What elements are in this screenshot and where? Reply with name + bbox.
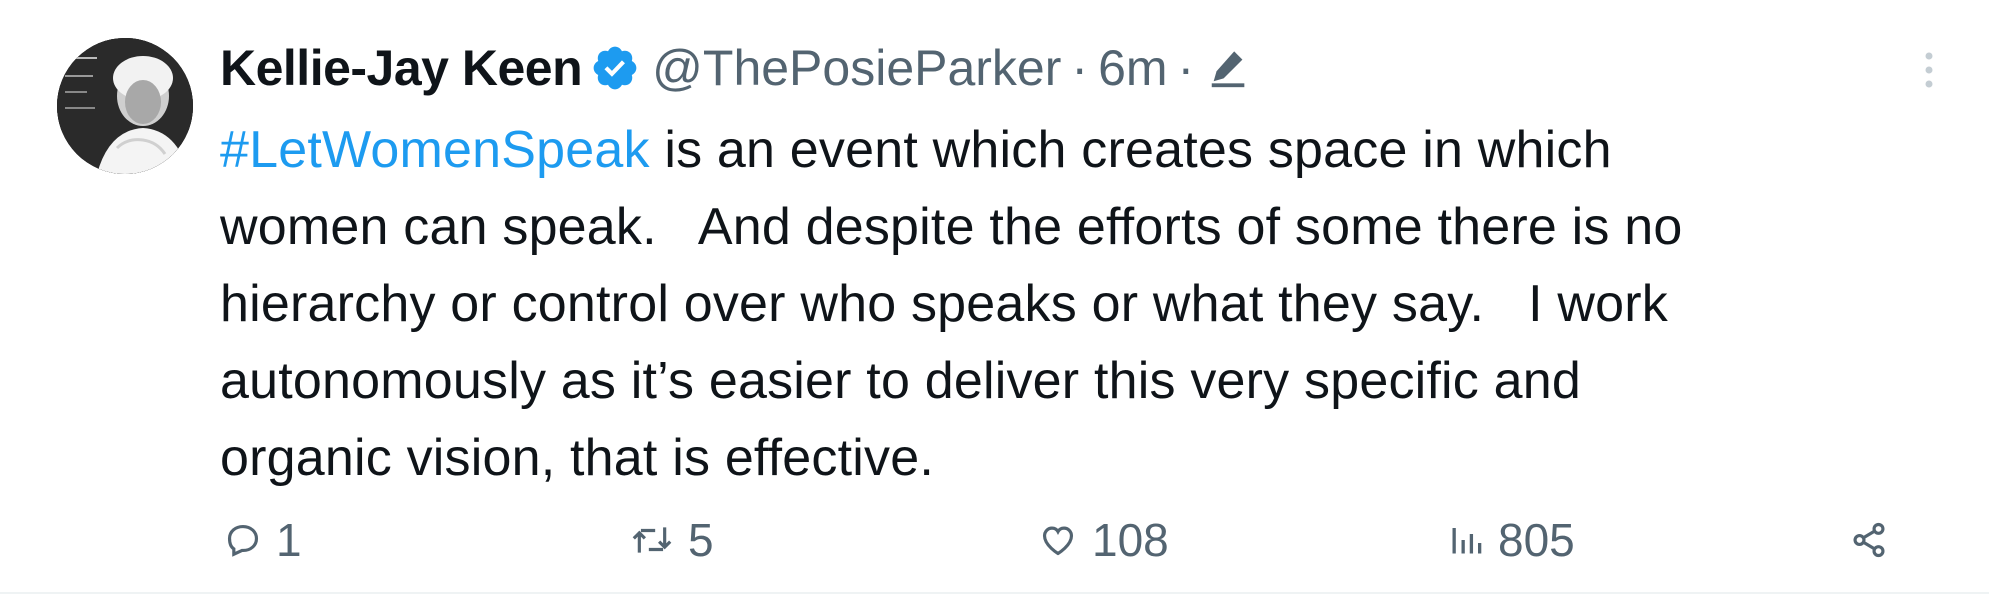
more-options-button[interactable] (1909, 50, 1949, 90)
retweet-count: 5 (688, 514, 714, 566)
tweet-text-line: #LetWomenSpeak is an event which creates… (220, 112, 1910, 189)
views-count: 805 (1498, 514, 1575, 566)
separator-dot: · (1071, 40, 1089, 96)
vertical-ellipsis-icon (1925, 52, 1933, 88)
bar-chart-icon (1452, 528, 1482, 554)
tweet-text-line: women can speak. And despite the efforts… (220, 198, 1683, 256)
separator-dot: · (1177, 40, 1195, 96)
like-count: 108 (1092, 514, 1169, 566)
tweet-timestamp[interactable]: 6m (1098, 39, 1167, 97)
retweet-button[interactable]: 5 (630, 510, 714, 570)
tweet-text-fragment: is an event which creates space in which (649, 121, 1612, 179)
tweet-actions: 1 5 108 805 (220, 510, 1910, 570)
heart-icon (1042, 526, 1074, 556)
avatar[interactable] (57, 38, 193, 174)
hashtag-link[interactable]: #LetWomenSpeak (220, 121, 650, 179)
tweet-header: Kellie-Jay Keen @ThePosieParker · 6m · (220, 36, 1252, 100)
avatar-image (57, 38, 193, 174)
share-button[interactable] (1850, 510, 1888, 570)
tweet[interactable]: Kellie-Jay Keen @ThePosieParker · 6m · #… (0, 0, 1989, 594)
reply-count: 1 (276, 514, 302, 566)
tweet-text: #LetWomenSpeak is an event which creates… (220, 112, 1910, 497)
author-handle[interactable]: @ThePosieParker (652, 39, 1061, 97)
reply-button[interactable]: 1 (224, 510, 302, 570)
retweet-icon (632, 527, 672, 553)
reply-bubble-icon (227, 524, 259, 557)
tweet-text-line: hierarchy or control over who speaks or … (220, 275, 1669, 333)
share-icon (1853, 522, 1885, 558)
like-button[interactable]: 108 (1038, 510, 1169, 570)
author-name[interactable]: Kellie-Jay Keen (220, 39, 583, 97)
tweet-text-line: autonomously as it’s easier to deliver t… (220, 352, 1582, 410)
pencil-edit-icon[interactable] (1206, 45, 1252, 91)
verified-badge-icon (590, 43, 640, 93)
views-button[interactable]: 805 (1448, 510, 1575, 570)
tweet-text-line: organic vision, that is effective. (220, 429, 934, 487)
